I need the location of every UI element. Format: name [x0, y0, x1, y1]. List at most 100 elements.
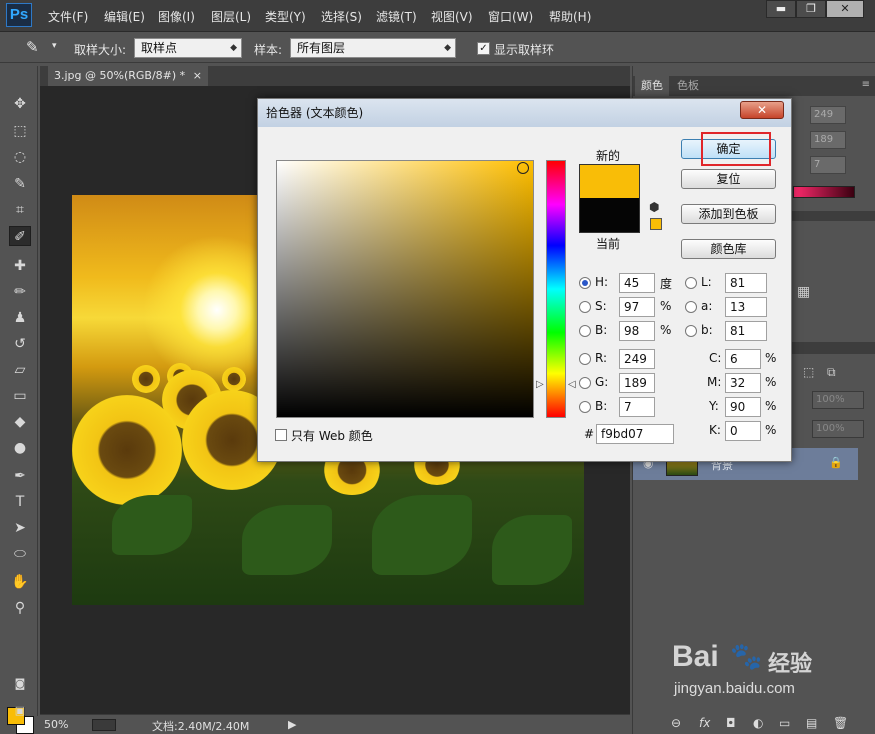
red-field[interactable]: 249 [619, 349, 655, 369]
web-colors-checkbox[interactable] [275, 429, 287, 441]
lab-a-radio[interactable] [685, 301, 697, 313]
blue-field[interactable]: 7 [619, 397, 655, 417]
hue-slider-left-arrow[interactable]: ▷ [536, 379, 544, 390]
color-marker[interactable] [517, 162, 529, 174]
menu-view[interactable]: 视图(V) [431, 8, 473, 25]
menu-layer[interactable]: 图层(L) [211, 8, 251, 25]
move-tool-icon[interactable]: ✥ [9, 94, 31, 114]
brush-tool-icon[interactable]: ✏ [9, 282, 31, 302]
hue-slider[interactable] [546, 160, 566, 418]
chevron-down-icon[interactable]: ▾ [52, 41, 57, 51]
type-tool-icon[interactable]: T [9, 492, 31, 512]
lab-l-field[interactable]: 81 [725, 273, 767, 293]
screen-mode-icon[interactable]: ▣ [9, 701, 31, 721]
panel-menu-icon[interactable]: ≡ [862, 79, 870, 90]
blur-tool-icon[interactable]: ◆ [9, 412, 31, 432]
color-b-input[interactable]: 7 [810, 156, 846, 174]
trash-icon[interactable]: 🗑 [833, 716, 848, 730]
menu-window[interactable]: 窗口(W) [488, 8, 533, 25]
minimize-button[interactable]: ▬ [766, 0, 796, 18]
lock-position-icon[interactable]: ⧉ [827, 365, 836, 380]
add-to-swatches-button[interactable]: 添加到色板 [681, 204, 776, 224]
opacity-dropdown[interactable]: 100% [812, 391, 864, 409]
hue-field[interactable]: 45 [619, 273, 655, 293]
lab-l-radio[interactable] [685, 277, 697, 289]
link-layers-icon[interactable]: ⊖ [671, 716, 681, 730]
saturation-field[interactable]: 97 [619, 297, 655, 317]
color-spectrum-bar[interactable] [793, 186, 855, 198]
menu-edit[interactable]: 编辑(E) [104, 8, 145, 25]
eraser-tool-icon[interactable]: ▱ [9, 360, 31, 380]
yellow-field[interactable]: 90 [725, 397, 761, 417]
close-icon[interactable]: × [193, 66, 202, 86]
sample-select[interactable]: 所有图层 ◆ [290, 38, 456, 58]
zoom-tool-icon[interactable]: ⚲ [9, 598, 31, 618]
green-field[interactable]: 189 [619, 373, 655, 393]
pen-tool-icon[interactable]: ✒ [9, 466, 31, 486]
magenta-field[interactable]: 32 [725, 373, 761, 393]
red-radio[interactable] [579, 353, 591, 365]
brightness-field[interactable]: 98 [619, 321, 655, 341]
lasso-tool-icon[interactable]: ◌ [9, 147, 31, 167]
gamut-cube-icon[interactable]: ⬢ [649, 200, 659, 214]
blue-radio[interactable] [579, 401, 591, 413]
hex-field[interactable]: f9bd07 [596, 424, 674, 444]
marquee-tool-icon[interactable]: ⬚ [9, 121, 31, 141]
stamp-tool-icon[interactable]: ♟ [9, 308, 31, 328]
gradient-tool-icon[interactable]: ▭ [9, 386, 31, 406]
menu-file[interactable]: 文件(F) [48, 8, 88, 25]
saturation-brightness-field[interactable] [276, 160, 534, 418]
green-radio[interactable] [579, 377, 591, 389]
add-mask-icon[interactable]: ◘ [726, 716, 736, 730]
healing-tool-icon[interactable]: ✚ [9, 256, 31, 276]
color-library-button[interactable]: 颜色库 [681, 239, 776, 259]
crop-tool-icon[interactable]: ⌗ [9, 200, 31, 220]
transform-icon[interactable]: ⬚ [803, 365, 814, 379]
hue-slider-right-arrow[interactable]: ◁ [568, 379, 576, 390]
color-g-input[interactable]: 189 [810, 131, 846, 149]
restore-button[interactable]: ❐ [796, 0, 826, 18]
tab-color[interactable]: 颜色 [635, 76, 669, 96]
cyan-field[interactable]: 6 [725, 349, 761, 369]
new-group-icon[interactable]: ▭ [779, 716, 790, 730]
dialog-close-button[interactable]: ✕ [740, 101, 784, 119]
reset-button[interactable]: 复位 [681, 169, 776, 189]
current-color-swatch[interactable] [579, 198, 640, 233]
black-field[interactable]: 0 [725, 421, 761, 441]
lab-a-field[interactable]: 13 [725, 297, 767, 317]
hand-tool-icon[interactable]: ✋ [9, 572, 31, 592]
menu-help[interactable]: 帮助(H) [549, 8, 591, 25]
lab-b-radio[interactable] [685, 325, 697, 337]
menu-filter[interactable]: 滤镜(T) [376, 8, 417, 25]
adjustment-layer-icon[interactable]: ◐ [753, 716, 763, 730]
history-brush-tool-icon[interactable]: ↺ [9, 334, 31, 354]
web-safe-swatch[interactable] [650, 218, 662, 230]
document-tab[interactable]: 3.jpg @ 50%(RGB/8#) * × [48, 66, 208, 86]
share-icon[interactable] [92, 719, 116, 731]
tab-swatches[interactable]: 色板 [671, 76, 705, 96]
show-ring-checkbox[interactable]: ✓ [477, 42, 490, 55]
fx-icon[interactable]: fx [699, 716, 710, 730]
quick-mask-icon[interactable]: ◙ [9, 674, 31, 694]
quick-select-tool-icon[interactable]: ✎ [9, 174, 31, 194]
color-r-input[interactable]: 249 [810, 106, 846, 124]
menu-select[interactable]: 选择(S) [321, 8, 362, 25]
fill-dropdown[interactable]: 100% [812, 420, 864, 438]
eyedropper-preset-icon[interactable]: ✎ [26, 38, 39, 56]
grid-icon[interactable]: ▦ [797, 284, 810, 300]
eyedropper-tool-icon[interactable]: ✐ [9, 226, 31, 246]
dodge-tool-icon[interactable]: ● [9, 438, 31, 458]
zoom-level[interactable]: 50% [44, 718, 68, 731]
lab-b-field[interactable]: 81 [725, 321, 767, 341]
sample-size-select[interactable]: 取样点 ◆ [134, 38, 242, 58]
menu-type[interactable]: 类型(Y) [265, 8, 306, 25]
new-layer-icon[interactable]: ▤ [806, 716, 817, 730]
status-menu-arrow[interactable]: ▶ [288, 718, 296, 731]
shape-tool-icon[interactable]: ⬭ [9, 544, 31, 564]
hue-radio[interactable] [579, 277, 591, 289]
close-window-button[interactable]: ✕ [826, 0, 864, 18]
menu-image[interactable]: 图像(I) [158, 8, 195, 25]
path-select-tool-icon[interactable]: ➤ [9, 518, 31, 538]
saturation-radio[interactable] [579, 301, 591, 313]
brightness-radio[interactable] [579, 325, 591, 337]
